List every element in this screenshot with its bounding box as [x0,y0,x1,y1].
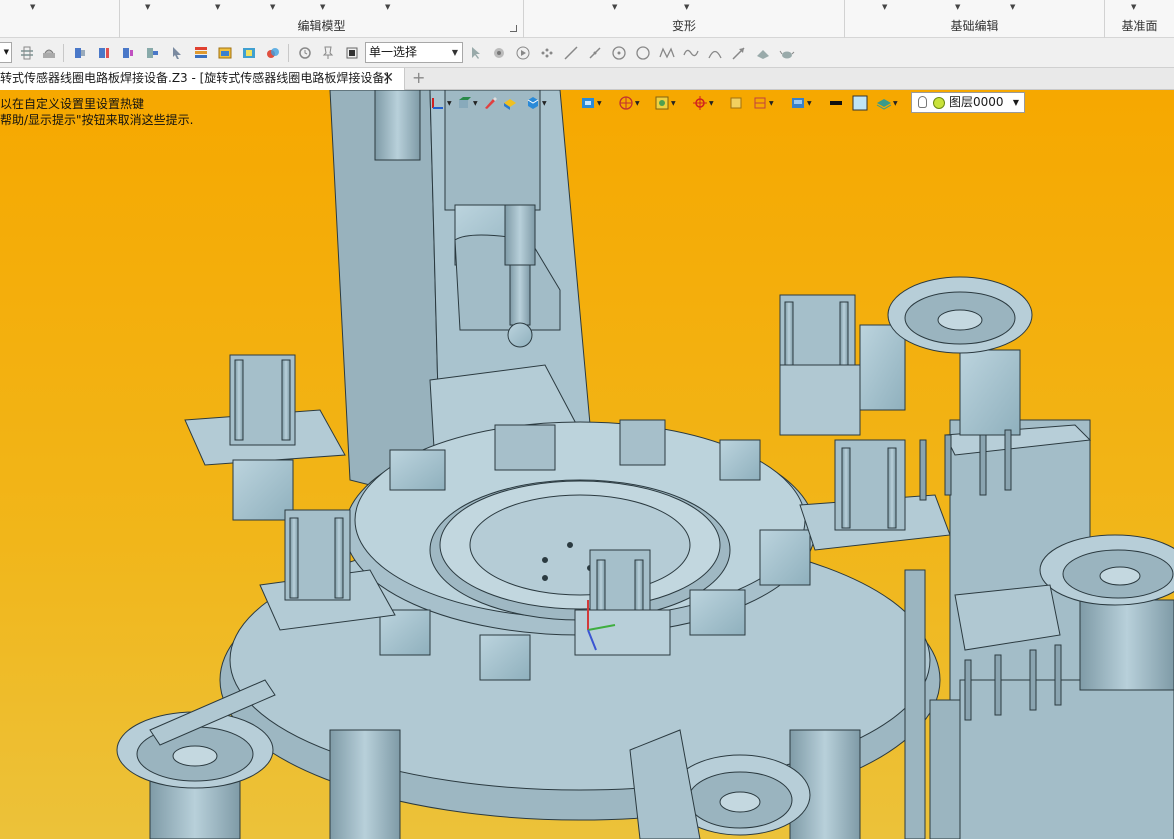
ribbon-group-datum-plane[interactable]: ▼ 基准面 [1105,0,1174,38]
hint-line-2: 帮助/显示提示"按钮来取消这些提示. [0,113,194,127]
chevron-down-icon: ▼ [451,48,458,57]
sketch-icon[interactable] [754,44,772,62]
face-split-icon[interactable] [119,44,137,62]
document-tab-title: 转式传感器线圈电路板焊接设备.Z3 - [旋转式传感器线圈电路板焊接设备] [0,71,389,85]
point-snap-icon[interactable] [490,44,508,62]
ribbon-group-label: 编辑模型 [297,19,346,33]
extrude-icon[interactable] [18,44,36,62]
line-icon[interactable] [562,44,580,62]
chevron-down-icon: ▼ [1012,98,1019,107]
circle-target-icon[interactable] [610,44,628,62]
background-icon[interactable]: ▼ [790,94,812,112]
selection-filter-dropdown[interactable]: 单一选择 ▼ [365,42,463,63]
cursor-icon[interactable] [466,44,484,62]
document-tab-bar: 转式传感器线圈电路板焊接设备.Z3 - [旋转式传感器线圈电路板焊接设备] ✕ … [0,68,1174,90]
ribbon-group-previous: ▼ [0,0,120,38]
render-icon[interactable] [264,44,282,62]
view-dir-icon[interactable]: ▼ [456,94,478,112]
document-tab[interactable]: 转式传感器线圈电路板焊接设备.Z3 - [旋转式传感器线圈电路板焊接设备] ✕ [0,68,405,90]
window-icon[interactable] [216,44,234,62]
rotate-icon[interactable] [296,44,314,62]
stop-icon[interactable] [343,44,361,62]
grid-icon[interactable]: ▼ [752,94,774,112]
group-launcher-icon[interactable] [510,25,517,32]
layer-color-icon [933,97,945,109]
face-offset-icon[interactable] [95,44,113,62]
wave-icon[interactable] [658,44,676,62]
fill-color-icon[interactable] [852,94,868,112]
cad-model-scene[interactable] [0,90,1174,839]
layer-stack-icon[interactable]: ▼ [876,94,898,112]
render-mode-icon[interactable]: ▼ [580,94,602,112]
pick-icon[interactable] [168,44,186,62]
close-icon[interactable]: ✕ [382,68,394,89]
frame-icon[interactable] [728,94,744,112]
dots-icon[interactable] [538,44,556,62]
add-tab-icon[interactable]: + [412,68,425,88]
layer-dropdown[interactable]: 图层0000 ▼ [911,92,1025,113]
chevron-down-icon: ▼ [3,48,9,56]
cube-icon[interactable]: ▼ [525,94,547,112]
shade-icon[interactable] [502,94,518,112]
teapot-icon[interactable] [778,44,796,62]
snap-target-icon[interactable]: ▼ [692,94,714,112]
arrow-icon[interactable] [730,44,748,62]
ribbon-bar: ▼ ▼ ▼ ▼ ▼ ▼ 编辑模型 ▼ ▼ 变形 ▼ ▼ ▼ 基础编辑 ▼ 基准面 [0,0,1174,38]
ribbon-group-deform[interactable]: ▼ ▼ 变形 [524,0,845,38]
ribbon-group-basic-edit[interactable]: ▼ ▼ ▼ 基础编辑 [845,0,1105,38]
line-color-icon[interactable] [828,94,844,112]
arc-icon[interactable] [706,44,724,62]
face-move-icon[interactable] [143,44,161,62]
ribbon-group-label: 变形 [671,19,696,33]
left-combo-box[interactable]: ▼ [0,42,12,63]
layer-icon[interactable] [240,44,258,62]
circle-icon[interactable] [634,44,652,62]
pin-icon[interactable] [319,44,337,62]
hint-line-1: 以在自定义设置里设置热键 [0,97,145,111]
ribbon-group-edit-model[interactable]: ▼ ▼ ▼ ▼ ▼ 编辑模型 [120,0,524,38]
spline-icon[interactable] [682,44,700,62]
wheel-icon[interactable]: ▼ [618,94,640,112]
face-icon[interactable] [71,44,89,62]
play-icon[interactable] [514,44,532,62]
pen-icon[interactable] [482,94,498,112]
layer-name: 图层0000 [949,95,1004,109]
list-icon[interactable] [192,44,210,62]
axis-icon[interactable]: ▼ [430,94,452,112]
3d-viewport[interactable]: 以在自定义设置里设置热键 帮助/显示提示"按钮来取消这些提示. [0,90,1174,839]
viewport-toolbar: ▼ ▼ ▼ ▼ ▼ ▼ ▼ ▼ ▼ ▼ [430,94,912,112]
boolean-icon[interactable] [40,44,58,62]
selection-filter-value: 单一选择 [369,45,418,59]
image-icon[interactable]: ▼ [654,94,676,112]
slash-icon[interactable] [586,44,604,62]
lightbulb-icon[interactable] [918,96,927,108]
ribbon-group-label: 基准面 [1121,19,1158,33]
ribbon-group-label: 基础编辑 [950,19,999,33]
